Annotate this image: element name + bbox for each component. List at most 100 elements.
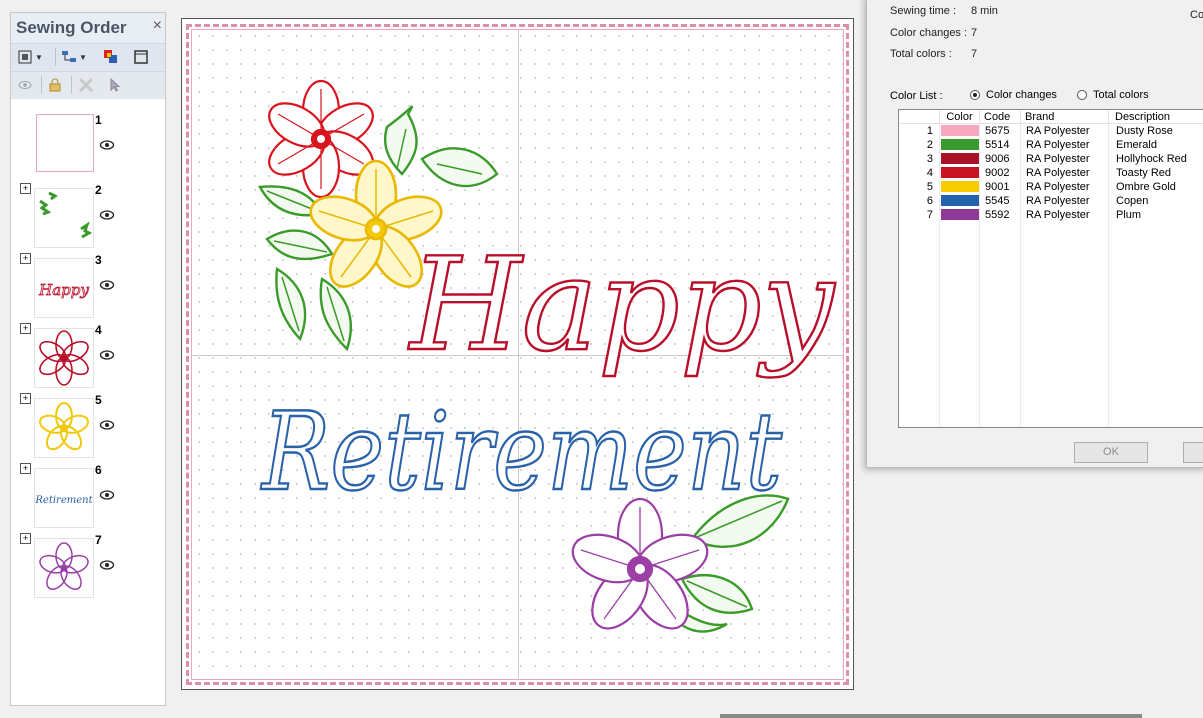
header-brand[interactable]: Brand (1021, 110, 1109, 124)
color-swatch (941, 153, 979, 164)
horizontal-scrollbar[interactable] (720, 714, 1142, 718)
frame-icon (134, 50, 148, 64)
row-index: 7 (926, 209, 933, 221)
eye-icon[interactable] (99, 279, 115, 291)
row-code: 5514 (985, 139, 1010, 151)
color-changes-value: 7 (971, 27, 978, 39)
sewing-order-panel: Sewing Order × ▼ ▼ 1 + 2 + Happy 3 + 4 +… (10, 12, 166, 706)
row-index: 1 (926, 125, 933, 137)
design-canvas[interactable]: Happy Retirement (181, 18, 854, 690)
layer-item-1[interactable]: 1 (11, 113, 165, 183)
row-brand: RA Polyester (1026, 195, 1090, 207)
row-code: 9002 (985, 167, 1010, 179)
color-order-icon (104, 50, 117, 63)
eye-icon[interactable] (99, 139, 115, 151)
radio-selected-icon (970, 90, 980, 100)
expand-icon[interactable]: + (20, 323, 31, 334)
layer-item-2[interactable]: + 2 (11, 183, 165, 253)
delete-button[interactable] (77, 76, 95, 94)
radio-total-colors-label: Total colors (1093, 89, 1149, 101)
expand-icon[interactable]: + (20, 393, 31, 404)
table-row[interactable]: 5 9001 RA Polyester Ombre Gold (899, 180, 1203, 194)
row-index: 5 (926, 181, 933, 193)
ok-button[interactable]: OK (1074, 442, 1148, 463)
radio-color-changes-label: Color changes (986, 89, 1057, 101)
layer-item-3[interactable]: + Happy 3 (11, 253, 165, 323)
table-row[interactable]: 4 9002 RA Polyester Toasty Red (899, 166, 1203, 180)
row-description: Hollyhock Red (1116, 153, 1187, 165)
eye-icon (18, 81, 32, 89)
color-swatch (941, 181, 979, 192)
layer-number: 7 (95, 533, 102, 547)
header-code[interactable]: Code (980, 110, 1021, 124)
close-icon[interactable]: × (153, 17, 162, 35)
table-row[interactable]: 7 5592 RA Polyester Plum (899, 208, 1203, 222)
layer-thumbnail (34, 538, 94, 598)
layer-number: 2 (95, 183, 102, 197)
color-changes-label: Color changes : (890, 27, 968, 39)
header-color[interactable]: Color (940, 110, 980, 124)
row-description: Copen (1116, 195, 1149, 207)
group-icon-button[interactable]: ▼ (61, 48, 87, 66)
layer-item-4[interactable]: + 4 (11, 323, 165, 393)
eye-toggle-button[interactable] (17, 76, 33, 94)
color-swatch (941, 125, 979, 136)
panel-title: Sewing Order (16, 18, 127, 37)
layer-thumbnail: Retirement (34, 468, 94, 528)
color-list-table[interactable]: Color Code Brand Description 1 5675 RA Pol… (898, 109, 1203, 428)
eye-icon[interactable] (99, 349, 115, 361)
expand-icon[interactable]: + (20, 253, 31, 264)
expand-icon[interactable]: + (20, 463, 31, 474)
row-description: Dusty Rose (1116, 125, 1173, 137)
frame-button[interactable] (133, 48, 149, 66)
design-info-dialog: Sewing time : 8 min Color changes : 7 To… (866, 0, 1203, 468)
row-description: Plum (1116, 209, 1142, 221)
embroidery-design[interactable]: Happy Retirement (182, 19, 853, 689)
panel-toolbar-bottom (11, 71, 165, 99)
header-description[interactable]: Description (1109, 110, 1203, 124)
row-code: 5675 (985, 125, 1010, 137)
cancel-button[interactable] (1183, 442, 1203, 463)
table-row[interactable]: 3 9006 RA Polyester Hollyhock Red (899, 152, 1203, 166)
row-brand: RA Polyester (1026, 153, 1090, 165)
header-index (899, 110, 940, 124)
eye-icon[interactable] (99, 419, 115, 431)
eye-icon[interactable] (99, 489, 115, 501)
radio-total-colors[interactable]: Total colors (1077, 89, 1149, 101)
expand-icon[interactable]: + (20, 183, 31, 194)
total-colors-value: 7 (971, 48, 978, 60)
table-row[interactable]: 6 5545 RA Polyester Copen (899, 194, 1203, 208)
layer-thumbnail (34, 398, 94, 458)
row-code: 5592 (985, 209, 1010, 221)
sewing-time-label: Sewing time : (890, 5, 957, 17)
layer-item-5[interactable]: + 5 (11, 393, 165, 463)
color-order-button[interactable] (103, 48, 119, 66)
fit-icon-button[interactable]: ▼ (17, 48, 43, 66)
layer-number: 4 (95, 323, 102, 337)
layer-item-7[interactable]: + 7 (11, 533, 165, 603)
row-brand: RA Polyester (1026, 167, 1090, 179)
layer-thumbnail: Happy (34, 258, 94, 318)
panel-toolbar-top: ▼ ▼ (11, 43, 165, 71)
lock-button[interactable] (47, 76, 63, 94)
retirement-text: Retirement (260, 390, 782, 515)
lock-icon (49, 78, 61, 92)
row-code: 9006 (985, 153, 1010, 165)
radio-unselected-icon (1077, 90, 1087, 100)
row-code: 5545 (985, 195, 1010, 207)
layer-item-6[interactable]: + Retirement 6 (11, 463, 165, 533)
truncated-label: Co (1190, 9, 1203, 21)
table-row[interactable]: 2 5514 RA Polyester Emerald (899, 138, 1203, 152)
radio-color-changes[interactable]: Color changes (970, 89, 1057, 101)
row-brand: RA Polyester (1026, 209, 1090, 221)
eye-icon[interactable] (99, 209, 115, 221)
layer-thumbnail (34, 188, 94, 248)
row-brand: RA Polyester (1026, 139, 1090, 151)
row-description: Toasty Red (1116, 167, 1172, 179)
expand-icon[interactable]: + (20, 533, 31, 544)
table-row[interactable]: 1 5675 RA Polyester Dusty Rose (899, 124, 1203, 138)
color-swatch (941, 209, 979, 220)
pointer-button[interactable] (107, 76, 123, 94)
eye-icon[interactable] (99, 559, 115, 571)
panel-header: Sewing Order × (11, 13, 165, 43)
